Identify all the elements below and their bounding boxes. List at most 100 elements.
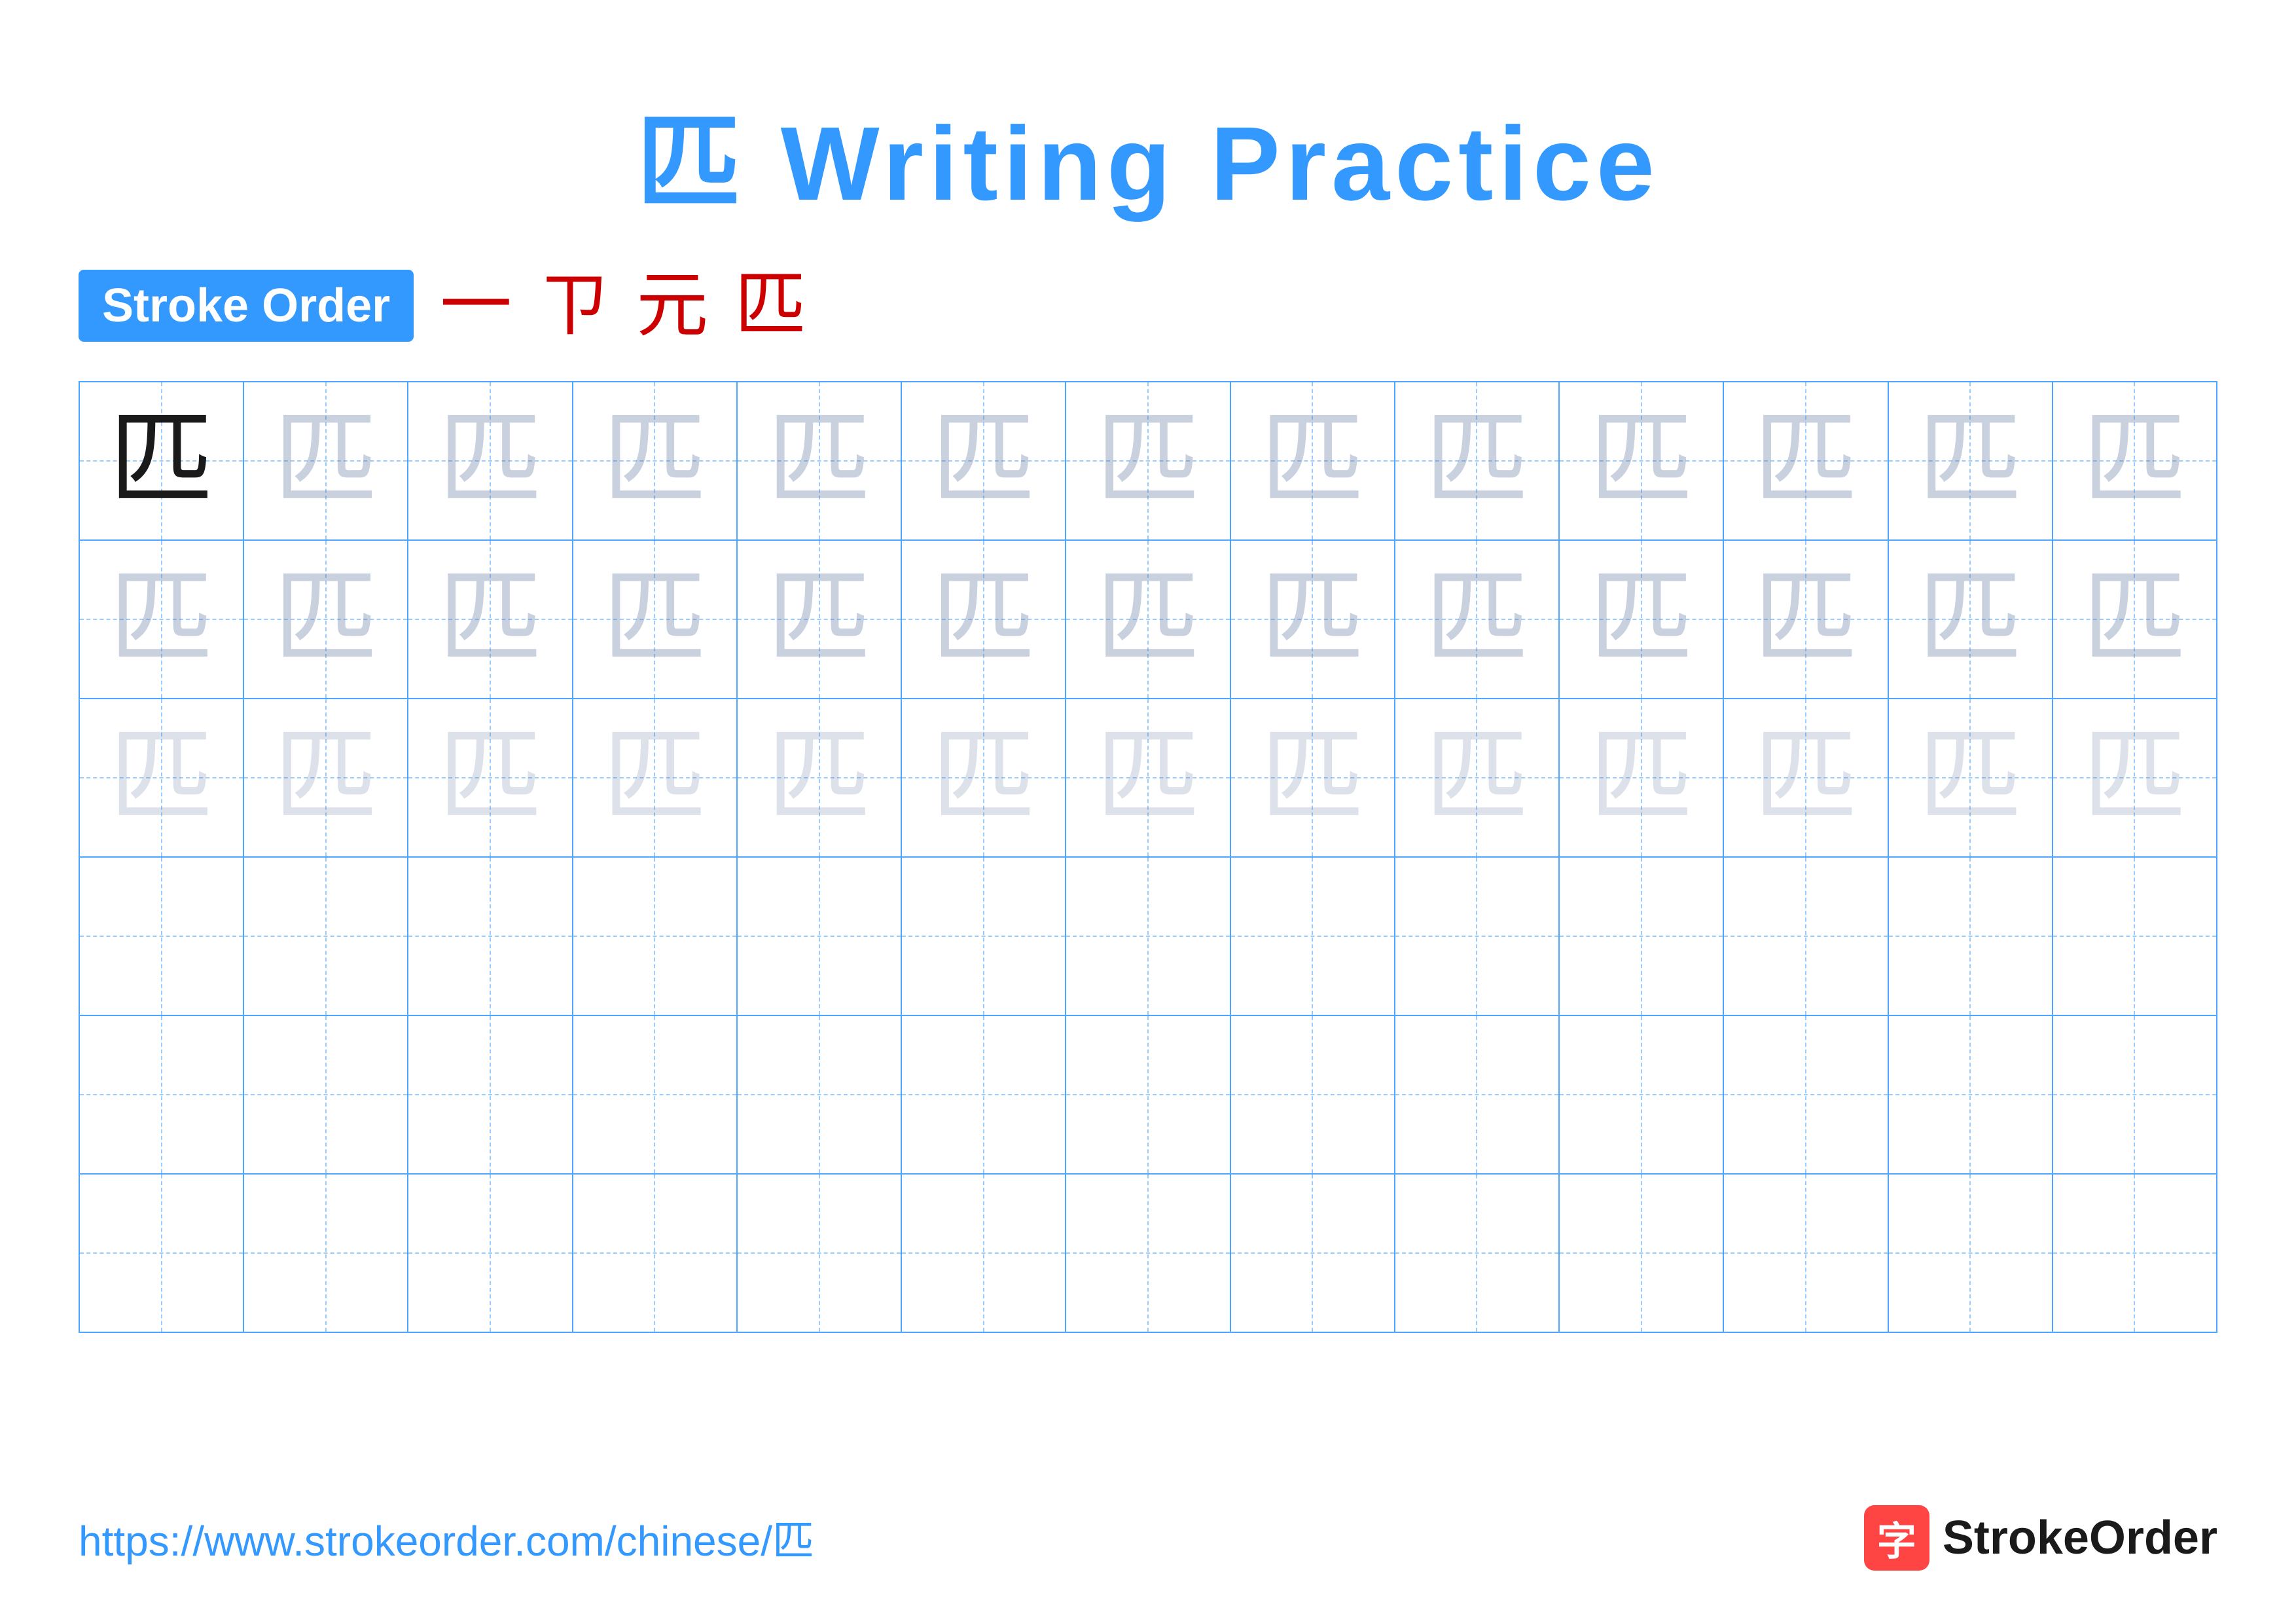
- grid-cell-4-5[interactable]: [738, 858, 902, 1015]
- grid-cell-3-4[interactable]: 匹: [573, 699, 738, 856]
- practice-char: 匹: [2082, 725, 2187, 830]
- grid-cell-3-12[interactable]: 匹: [1889, 699, 2053, 856]
- footer-brand: 字 StrokeOrder: [1864, 1505, 2217, 1571]
- grid-cell-6-3[interactable]: [408, 1175, 573, 1332]
- grid-cell-1-1[interactable]: 匹: [80, 382, 244, 539]
- grid-cell-6-13[interactable]: [2053, 1175, 2216, 1332]
- practice-char: 匹: [1424, 567, 1529, 672]
- footer-url[interactable]: https://www.strokeorder.com/chinese/匹: [79, 1508, 814, 1568]
- practice-char: 匹: [931, 409, 1036, 513]
- practice-char: 匹: [931, 567, 1036, 672]
- grid-cell-6-11[interactable]: [1724, 1175, 1888, 1332]
- practice-char: 匹: [1918, 567, 2022, 672]
- page: 匹 Writing Practice Stroke Order 一 ㄗ 元 匹 …: [0, 0, 2296, 1623]
- grid-cell-2-5[interactable]: 匹: [738, 541, 902, 698]
- grid-cell-5-2[interactable]: [244, 1016, 408, 1173]
- grid-cell-6-7[interactable]: [1066, 1175, 1230, 1332]
- grid-cell-3-7[interactable]: 匹: [1066, 699, 1230, 856]
- grid-cell-4-2[interactable]: [244, 858, 408, 1015]
- grid-cell-3-10[interactable]: 匹: [1560, 699, 1724, 856]
- grid-cell-4-11[interactable]: [1724, 858, 1888, 1015]
- grid-cell-4-8[interactable]: [1231, 858, 1395, 1015]
- stroke-order-badge: Stroke Order: [79, 270, 414, 342]
- grid-cell-5-7[interactable]: [1066, 1016, 1230, 1173]
- practice-char: 匹: [438, 725, 543, 830]
- grid-cell-4-3[interactable]: [408, 858, 573, 1015]
- title-label: Writing Practice: [781, 105, 1660, 222]
- grid-cell-4-12[interactable]: [1889, 858, 2053, 1015]
- grid-cell-1-5[interactable]: 匹: [738, 382, 902, 539]
- practice-char: 匹: [1589, 567, 1694, 672]
- grid-cell-5-8[interactable]: [1231, 1016, 1395, 1173]
- grid-cell-6-8[interactable]: [1231, 1175, 1395, 1332]
- practice-char: 匹: [1918, 725, 2022, 830]
- grid-cell-5-10[interactable]: [1560, 1016, 1724, 1173]
- grid-cell-1-4[interactable]: 匹: [573, 382, 738, 539]
- grid-cell-6-12[interactable]: [1889, 1175, 2053, 1332]
- grid-cell-4-13[interactable]: [2053, 858, 2216, 1015]
- grid-cell-1-8[interactable]: 匹: [1231, 382, 1395, 539]
- practice-char: 匹: [2082, 567, 2187, 672]
- grid-cell-2-1[interactable]: 匹: [80, 541, 244, 698]
- grid-cell-4-7[interactable]: [1066, 858, 1230, 1015]
- grid-cell-4-10[interactable]: [1560, 858, 1724, 1015]
- grid-cell-3-11[interactable]: 匹: [1724, 699, 1888, 856]
- grid-cell-2-6[interactable]: 匹: [902, 541, 1066, 698]
- grid-cell-6-1[interactable]: [80, 1175, 244, 1332]
- grid-cell-3-2[interactable]: 匹: [244, 699, 408, 856]
- grid-cell-4-6[interactable]: [902, 858, 1066, 1015]
- stroke-step-3: 元: [636, 270, 708, 342]
- grid-cell-1-7[interactable]: 匹: [1066, 382, 1230, 539]
- practice-char: 匹: [767, 567, 872, 672]
- practice-char: 匹: [767, 409, 872, 513]
- grid-cell-1-11[interactable]: 匹: [1724, 382, 1888, 539]
- grid-cell-5-12[interactable]: [1889, 1016, 2053, 1173]
- grid-cell-6-2[interactable]: [244, 1175, 408, 1332]
- grid-cell-1-10[interactable]: 匹: [1560, 382, 1724, 539]
- grid-cell-2-7[interactable]: 匹: [1066, 541, 1230, 698]
- grid-cell-3-13[interactable]: 匹: [2053, 699, 2216, 856]
- grid-cell-2-9[interactable]: 匹: [1395, 541, 1560, 698]
- grid-cell-5-5[interactable]: [738, 1016, 902, 1173]
- title-char: 匹: [636, 105, 746, 222]
- grid-cell-1-2[interactable]: 匹: [244, 382, 408, 539]
- grid-cell-6-9[interactable]: [1395, 1175, 1560, 1332]
- grid-cell-1-12[interactable]: 匹: [1889, 382, 2053, 539]
- grid-cell-5-4[interactable]: [573, 1016, 738, 1173]
- grid-cell-4-4[interactable]: [573, 858, 738, 1015]
- grid-cell-6-6[interactable]: [902, 1175, 1066, 1332]
- grid-cell-6-10[interactable]: [1560, 1175, 1724, 1332]
- grid-cell-4-1[interactable]: [80, 858, 244, 1015]
- grid-cell-3-3[interactable]: 匹: [408, 699, 573, 856]
- grid-cell-5-6[interactable]: [902, 1016, 1066, 1173]
- grid-cell-5-1[interactable]: [80, 1016, 244, 1173]
- grid-cell-5-9[interactable]: [1395, 1016, 1560, 1173]
- grid-cell-2-12[interactable]: 匹: [1889, 541, 2053, 698]
- grid-cell-3-8[interactable]: 匹: [1231, 699, 1395, 856]
- practice-char: 匹: [1424, 725, 1529, 830]
- grid-cell-1-9[interactable]: 匹: [1395, 382, 1560, 539]
- grid-cell-5-3[interactable]: [408, 1016, 573, 1173]
- grid-cell-2-8[interactable]: 匹: [1231, 541, 1395, 698]
- grid-row-3: 匹 匹 匹 匹 匹 匹 匹 匹 匹 匹 匹 匹 匹: [80, 699, 2216, 858]
- grid-cell-6-4[interactable]: [573, 1175, 738, 1332]
- footer: https://www.strokeorder.com/chinese/匹 字 …: [79, 1505, 2217, 1571]
- grid-cell-5-13[interactable]: [2053, 1016, 2216, 1173]
- stroke-order-row: Stroke Order 一 ㄗ 元 匹: [79, 270, 2217, 342]
- grid-cell-1-13[interactable]: 匹: [2053, 382, 2216, 539]
- grid-cell-2-10[interactable]: 匹: [1560, 541, 1724, 698]
- grid-cell-2-11[interactable]: 匹: [1724, 541, 1888, 698]
- grid-cell-5-11[interactable]: [1724, 1016, 1888, 1173]
- grid-cell-3-5[interactable]: 匹: [738, 699, 902, 856]
- grid-cell-3-1[interactable]: 匹: [80, 699, 244, 856]
- grid-cell-4-9[interactable]: [1395, 858, 1560, 1015]
- grid-cell-1-3[interactable]: 匹: [408, 382, 573, 539]
- grid-cell-6-5[interactable]: [738, 1175, 902, 1332]
- grid-cell-3-6[interactable]: 匹: [902, 699, 1066, 856]
- grid-cell-2-3[interactable]: 匹: [408, 541, 573, 698]
- grid-cell-2-4[interactable]: 匹: [573, 541, 738, 698]
- grid-cell-2-13[interactable]: 匹: [2053, 541, 2216, 698]
- grid-cell-2-2[interactable]: 匹: [244, 541, 408, 698]
- grid-cell-1-6[interactable]: 匹: [902, 382, 1066, 539]
- grid-cell-3-9[interactable]: 匹: [1395, 699, 1560, 856]
